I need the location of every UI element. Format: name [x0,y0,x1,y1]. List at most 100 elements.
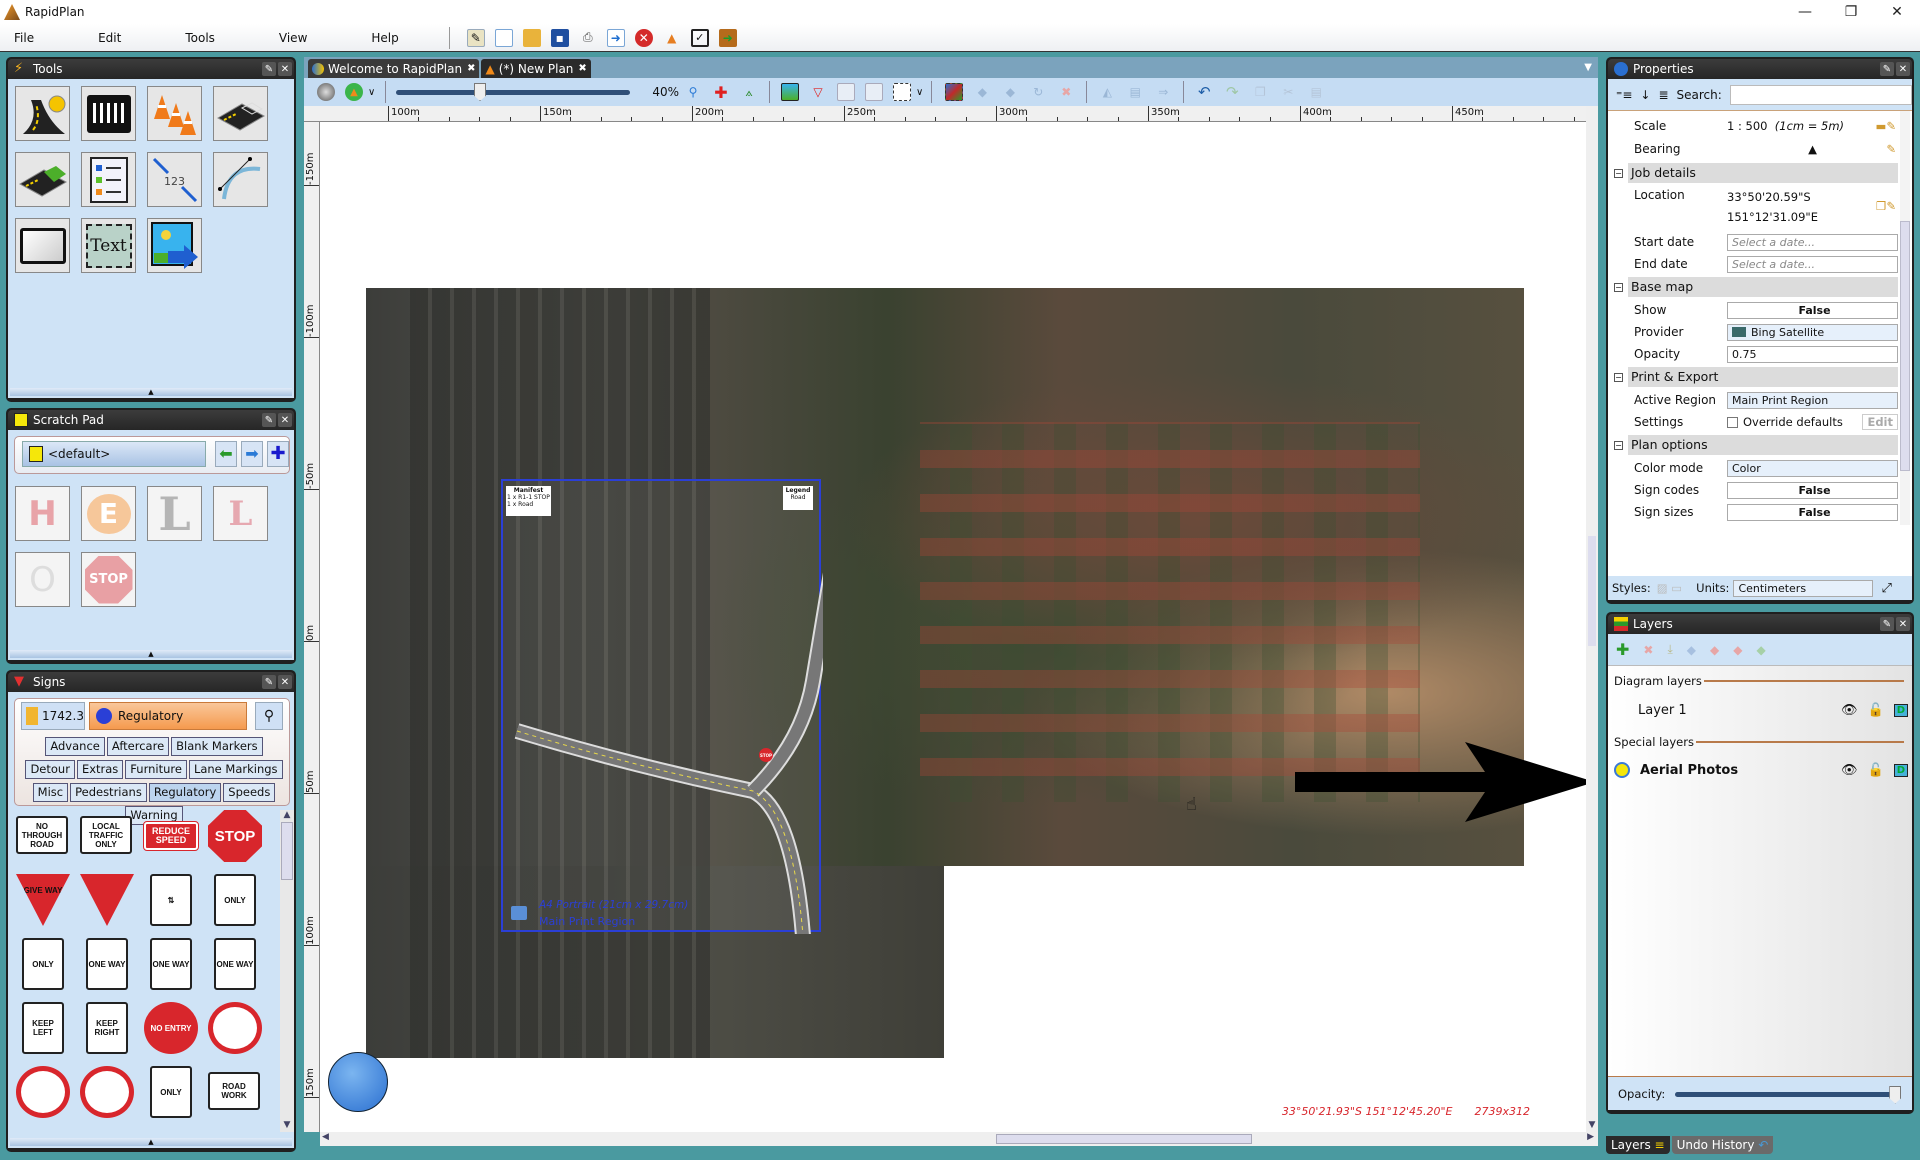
close-icon[interactable]: ✕ [1896,617,1910,631]
save-icon[interactable]: ▪ [550,28,569,47]
quick-road-tool[interactable] [15,86,70,141]
open-folder-icon[interactable] [522,28,541,47]
chevron-down-icon[interactable]: ∨ [916,87,923,98]
pin-icon[interactable]: ✎ [1880,617,1894,631]
visibility-eye-icon[interactable]: 👁 [1841,763,1858,778]
sort-icon[interactable]: ↓ [1640,88,1650,102]
section-base-map[interactable]: − Base map [1614,277,1898,297]
sign-standard-button[interactable]: 1742.3 [21,702,85,730]
scratch-item[interactable]: L [213,486,268,541]
category-pedestrians[interactable]: Pedestrians [70,783,147,802]
page-icon[interactable] [893,83,911,101]
zoom-magnifier-icon[interactable]: ⚲ [684,83,702,101]
legend-tool[interactable] [81,152,136,207]
properties-scroll-thumb[interactable] [1900,221,1910,471]
opacity-input[interactable]: 0.75 [1727,345,1898,363]
menu-view[interactable]: View [265,31,333,45]
sign-sizes-toggle[interactable]: False [1727,503,1898,521]
text-tool[interactable]: Text [81,218,136,273]
sign-no-through-road[interactable]: NO THROUGH ROAD [16,816,68,854]
sign-one-way-left[interactable]: ONE WAY [150,938,192,990]
copy-edit-icons[interactable]: ❐✎ [1876,199,1896,213]
tab-welcome[interactable]: Welcome to RapidPlan ✖ [308,59,480,78]
sign-no-right-turn[interactable] [80,1066,134,1118]
add-layer-icon[interactable]: ✚ [1616,640,1629,659]
sign-right-only[interactable]: ONLY [22,938,64,990]
zoom-slider[interactable] [396,83,631,101]
category-advance[interactable]: Advance [45,737,105,756]
rectangle-tool[interactable] [15,218,70,273]
signs-scrollbar[interactable]: ▲ ▼ [280,810,294,1132]
cone-icon[interactable]: ▲ [663,29,681,47]
scroll-left-arrow[interactable]: ◀ [322,1132,329,1142]
list-view-icon[interactable]: ≣ [1658,88,1668,102]
diagram-layer-icon[interactable]: D [1893,763,1908,777]
override-defaults-checkbox[interactable] [1727,416,1738,428]
sign-category-dropdown[interactable]: Regulatory [89,702,247,730]
pin-icon[interactable]: ✎ [262,62,276,76]
pin-icon[interactable]: ✎ [1880,62,1894,76]
active-region-dropdown[interactable]: Main Print Region [1727,391,1898,409]
minimize-button[interactable]: — [1782,0,1828,24]
collapse-icon[interactable]: − [1614,440,1623,450]
select-all-icon[interactable] [945,83,964,101]
scroll-right-arrow[interactable]: ▶ [1587,1132,1594,1142]
tab-list-dropdown[interactable]: ▼ [1584,62,1592,73]
background-image-icon[interactable] [781,83,799,101]
tab-new-plan[interactable]: ▲ (*) New Plan ✖ [481,59,591,78]
layer-row-layer-1[interactable]: Layer 1 👁 🔓 D [1638,698,1908,722]
category-detour[interactable]: Detour [25,760,75,779]
road-area-tool[interactable] [213,86,268,141]
sign-one-way-up[interactable]: ONE WAY [86,938,128,990]
exit-door-icon[interactable]: ➜ [718,28,737,47]
pedestrian-crossing-tool[interactable] [81,86,136,141]
sign-no-entry[interactable]: NO ENTRY [144,1002,198,1054]
sign-local-traffic-only[interactable]: LOCAL TRAFFIC ONLY [80,816,132,854]
scroll-down-arrow[interactable]: ▼ [280,1120,294,1130]
category-extras[interactable]: Extras [76,760,124,779]
category-furniture[interactable]: Furniture [125,760,187,779]
collapse-icon[interactable]: − [1614,168,1623,178]
next-arrow-button[interactable]: ➡ [241,441,263,467]
scratch-item[interactable]: L [147,486,202,541]
close-button[interactable]: ✕ [1874,0,1920,24]
visibility-eye-icon[interactable]: 👁 [1841,703,1858,718]
sign-icon[interactable]: ▽ [809,83,827,101]
export-icon[interactable]: ➜ [606,28,625,47]
sign-keep-right[interactable]: KEEP RIGHT [86,1002,128,1054]
tools-panel-resize-grip[interactable]: ▲ [10,388,292,396]
vertical-scrollbar[interactable]: ▼ [1586,106,1598,1132]
sign-straight-only[interactable]: ONLY [150,1066,192,1118]
end-date-picker[interactable]: Select a date... [1727,255,1898,273]
ruler-pencil-icon[interactable]: ▬✎ [1875,119,1896,133]
zoom-slider-thumb[interactable] [474,83,487,101]
categorized-view-icon[interactable]: ⁼≡ [1616,88,1632,102]
undo-icon[interactable]: ↶ [1195,83,1213,101]
units-dropdown[interactable]: Centimeters [1733,579,1874,597]
pin-icon[interactable]: ✎ [262,413,276,427]
checkbox-icon[interactable]: ✓ [690,28,709,47]
menu-help[interactable]: Help [357,31,424,45]
scratch-pad-dropdown[interactable]: <default> [22,441,206,467]
print-region[interactable]: Manifest 1 x R1-1 STOP 1 x Road Legend R… [501,479,823,934]
add-button[interactable]: ✚ [267,441,289,467]
category-lane-markings[interactable]: Lane Markings [188,760,283,779]
diagram-layer-icon[interactable]: D [1893,703,1908,717]
collapse-icon[interactable]: − [1614,282,1623,292]
scratch-item[interactable]: E [81,486,136,541]
sign-no-left-turn[interactable] [16,1066,70,1118]
binoculars-search-button[interactable]: ⚲ [255,702,283,730]
horizontal-scroll-thumb[interactable] [996,1134,1252,1144]
close-icon[interactable]: ✕ [278,675,292,689]
sign-keep-left[interactable]: KEEP LEFT [22,1002,64,1054]
scratch-item[interactable]: STOP [81,552,136,607]
globe-navigation-icon[interactable] [328,1052,388,1112]
sign-one-way-right[interactable]: ONE WAY [214,938,256,990]
section-plan-options[interactable]: − Plan options [1614,435,1898,455]
close-icon[interactable]: ✕ [278,62,292,76]
table-icon[interactable] [865,83,883,101]
lock-icon[interactable]: 🔓 [1868,703,1884,718]
category-misc[interactable]: Misc [32,783,69,802]
sign-two-way[interactable]: ⇅ [150,874,192,926]
new-plan-wizard-icon[interactable]: ✎ [466,28,485,47]
